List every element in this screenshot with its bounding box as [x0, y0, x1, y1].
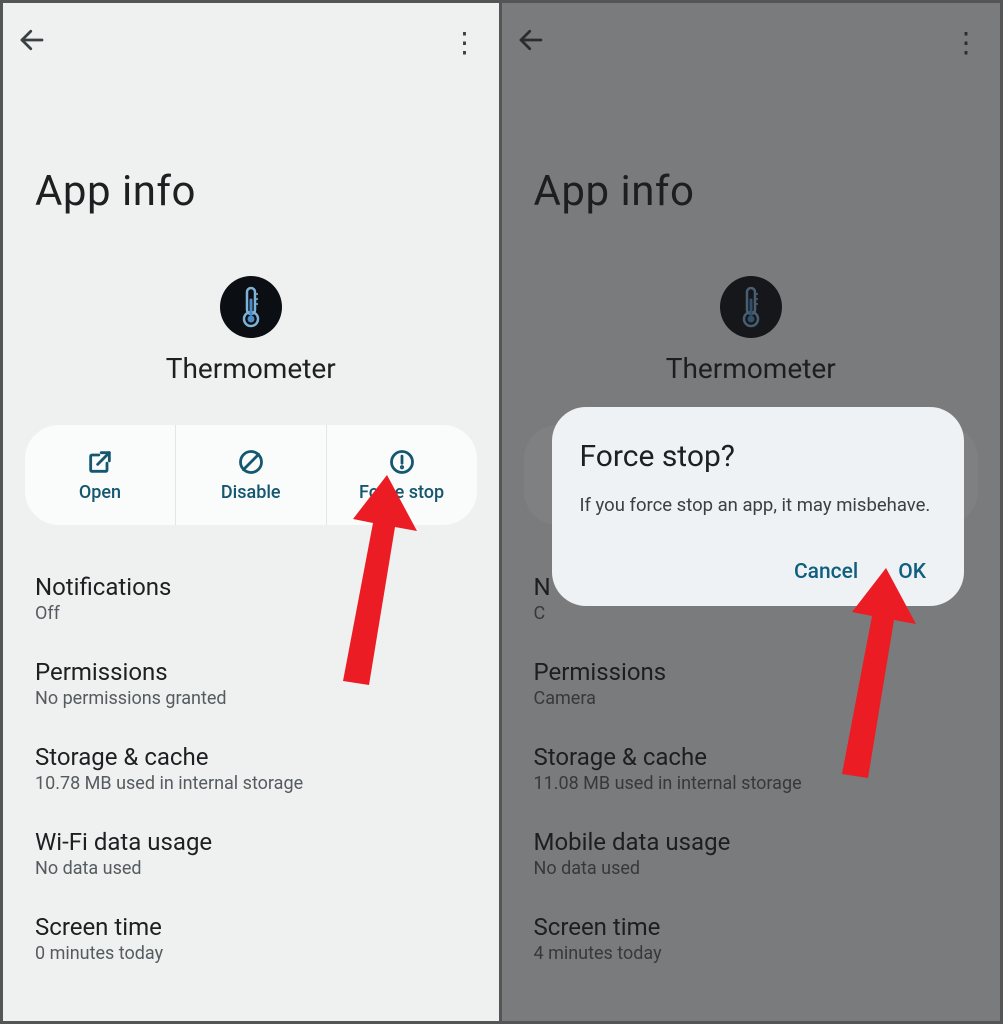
page-title: App info	[3, 67, 499, 216]
force-stop-button[interactable]: Force stop	[326, 425, 477, 525]
thermometer-app-icon	[220, 276, 282, 338]
row-storage[interactable]: Storage & cache 10.78 MB used in interna…	[35, 729, 467, 814]
row-permissions[interactable]: Permissions No permissions granted	[35, 644, 467, 729]
row-notifications[interactable]: Notifications Off	[35, 559, 467, 644]
screenshot-right: ⋮ App info Thermometer Open Disable	[502, 3, 1001, 1021]
force-stop-icon	[388, 448, 416, 476]
disable-button[interactable]: Disable	[175, 425, 326, 525]
back-arrow-icon[interactable]	[17, 25, 47, 59]
app-header: Thermometer	[3, 276, 499, 385]
action-bar: Open Disable Force stop	[25, 425, 477, 525]
cancel-button[interactable]: Cancel	[794, 560, 858, 584]
top-bar: ⋮	[3, 3, 499, 67]
app-name: Thermometer	[3, 352, 499, 385]
dialog-scrim[interactable]: Force stop? If you force stop an app, it…	[502, 3, 1001, 1021]
disable-label: Disable	[221, 482, 281, 503]
force-stop-label: Force stop	[359, 482, 444, 503]
open-icon	[86, 448, 114, 476]
open-label: Open	[79, 482, 121, 503]
open-button[interactable]: Open	[25, 425, 175, 525]
settings-list: Notifications Off Permissions No permiss…	[3, 559, 499, 984]
dialog-message: If you force stop an app, it may misbeha…	[580, 494, 937, 516]
row-screen-time[interactable]: Screen time 0 minutes today	[35, 899, 467, 984]
ok-button[interactable]: OK	[898, 560, 926, 584]
row-wifi-data[interactable]: Wi-Fi data usage No data used	[35, 814, 467, 899]
more-vert-icon[interactable]: ⋮	[451, 26, 485, 59]
screenshot-left: ⋮ App info Thermometer Open Disable	[3, 3, 502, 1021]
dialog-title: Force stop?	[580, 439, 937, 474]
disable-icon	[237, 448, 265, 476]
force-stop-dialog: Force stop? If you force stop an app, it…	[552, 407, 965, 606]
